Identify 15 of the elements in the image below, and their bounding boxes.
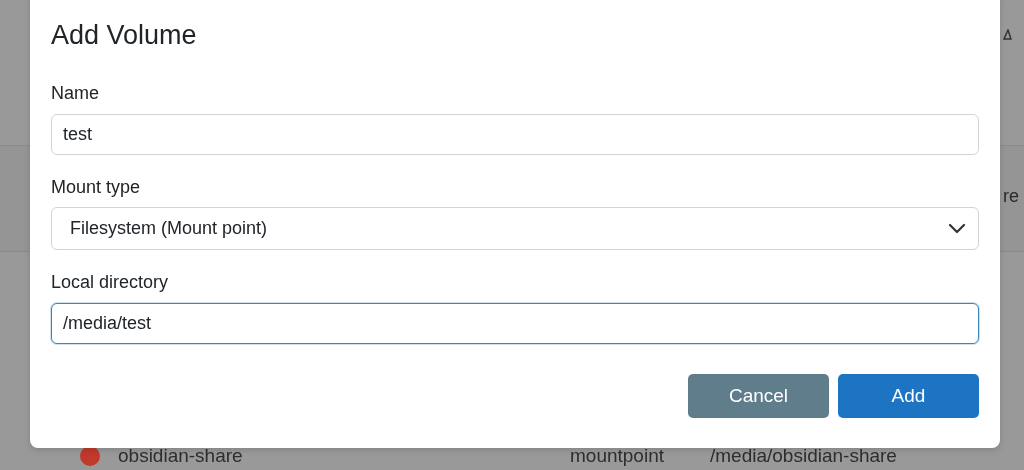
input-field[interactable]: /media/test <box>51 302 979 344</box>
cancel-button[interactable]: Cancel <box>688 373 829 418</box>
column-heading: re <box>1003 185 1020 208</box>
chevron-down-icon <box>948 223 966 235</box>
triangle-icon <box>1002 29 1012 40</box>
volume-path: /media/obsidian-share <box>710 443 897 468</box>
dialog-title: Add Volume <box>51 19 198 52</box>
volume-type: mountpoint <box>570 443 665 468</box>
input-field[interactable]: test <box>51 113 979 155</box>
select-field[interactable]: Filesystem (Mount point) <box>51 207 979 251</box>
field-label: Name <box>51 83 100 105</box>
volume-name: obsidian-share <box>118 443 244 468</box>
field-label: Mount type <box>51 176 142 199</box>
add-button[interactable]: Add <box>838 373 979 418</box>
field-label: Local directory <box>51 272 170 294</box>
